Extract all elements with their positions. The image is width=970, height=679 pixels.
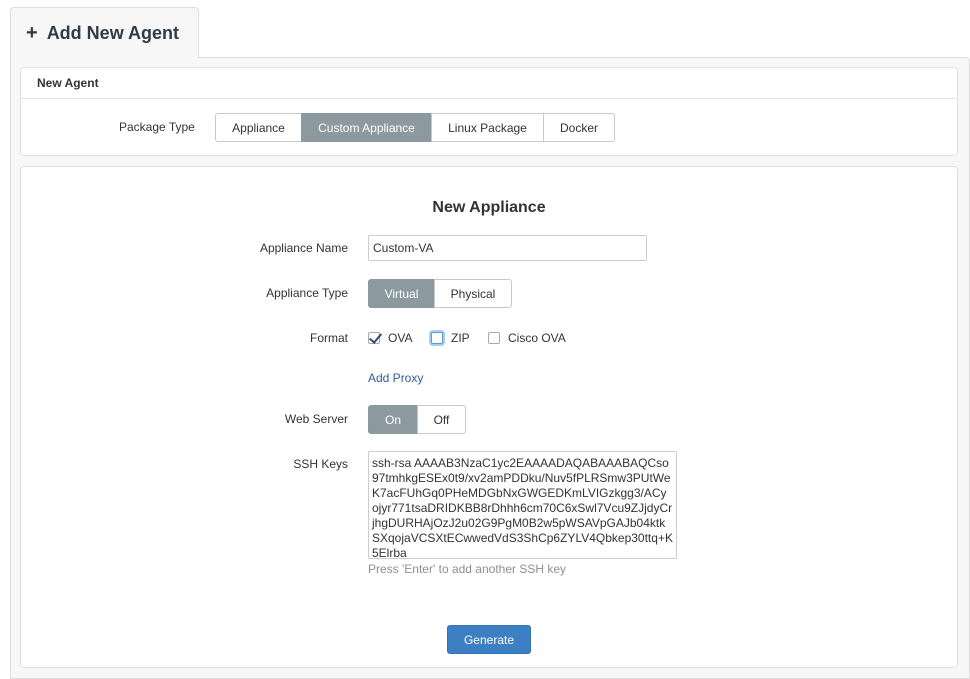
ssh-keys-textarea[interactable]: ssh-rsa AAAAB3NzaC1yc2EAAAADAQABAAABAQCs… — [368, 451, 677, 559]
add-new-agent-tab[interactable]: + Add New Agent — [10, 7, 199, 58]
appliance-type-physical[interactable]: Physical — [434, 279, 512, 308]
new-agent-heading: New Agent — [21, 68, 957, 99]
appliance-name-label: Appliance Name — [259, 241, 348, 255]
new-appliance-panel: New Appliance Appliance Name Appliance T… — [20, 166, 958, 668]
tab-title: Add New Agent — [46, 22, 180, 43]
format-zip-option[interactable]: ZIP — [431, 331, 470, 345]
package-type-selector: Appliance Custom Appliance Linux Package… — [215, 113, 615, 142]
plus-icon: + — [26, 22, 38, 44]
ssh-keys-hint: Press 'Enter' to add another SSH key — [368, 562, 567, 576]
new-agent-panel: New Agent Package Type Appliance Custom … — [20, 67, 958, 156]
format-zip-checkbox[interactable] — [431, 332, 443, 344]
package-type-custom-appliance[interactable]: Custom Appliance — [301, 113, 432, 142]
format-ova-option[interactable]: OVA — [368, 331, 412, 345]
package-type-linux-package[interactable]: Linux Package — [431, 113, 544, 142]
format-cisco-ova-label: Cisco OVA — [508, 331, 566, 345]
web-server-label: Web Server — [284, 412, 348, 426]
add-proxy-link[interactable]: Add Proxy — [368, 371, 423, 385]
format-ova-label: OVA — [388, 331, 413, 345]
appliance-type-selector: Virtual Physical — [368, 279, 512, 308]
web-server-toggle: On Off — [368, 405, 466, 434]
appliance-type-virtual[interactable]: Virtual — [368, 279, 435, 308]
package-type-appliance[interactable]: Appliance — [215, 113, 302, 142]
appliance-type-label: Appliance Type — [266, 286, 348, 300]
generate-button[interactable]: Generate — [447, 625, 531, 654]
web-server-off[interactable]: Off — [417, 405, 466, 434]
format-label: Format — [309, 331, 348, 345]
web-server-on[interactable]: On — [368, 405, 418, 434]
format-zip-label: ZIP — [451, 331, 470, 345]
package-type-docker[interactable]: Docker — [543, 113, 615, 142]
package-type-label: Package Type — [119, 120, 195, 134]
format-ova-checkbox[interactable] — [368, 332, 380, 344]
format-cisco-ova-checkbox[interactable] — [488, 332, 500, 344]
ssh-keys-label: SSH Keys — [293, 457, 348, 471]
format-cisco-ova-option[interactable]: Cisco OVA — [488, 331, 566, 345]
appliance-name-input[interactable] — [368, 235, 647, 261]
form-title: New Appliance — [432, 199, 546, 216]
